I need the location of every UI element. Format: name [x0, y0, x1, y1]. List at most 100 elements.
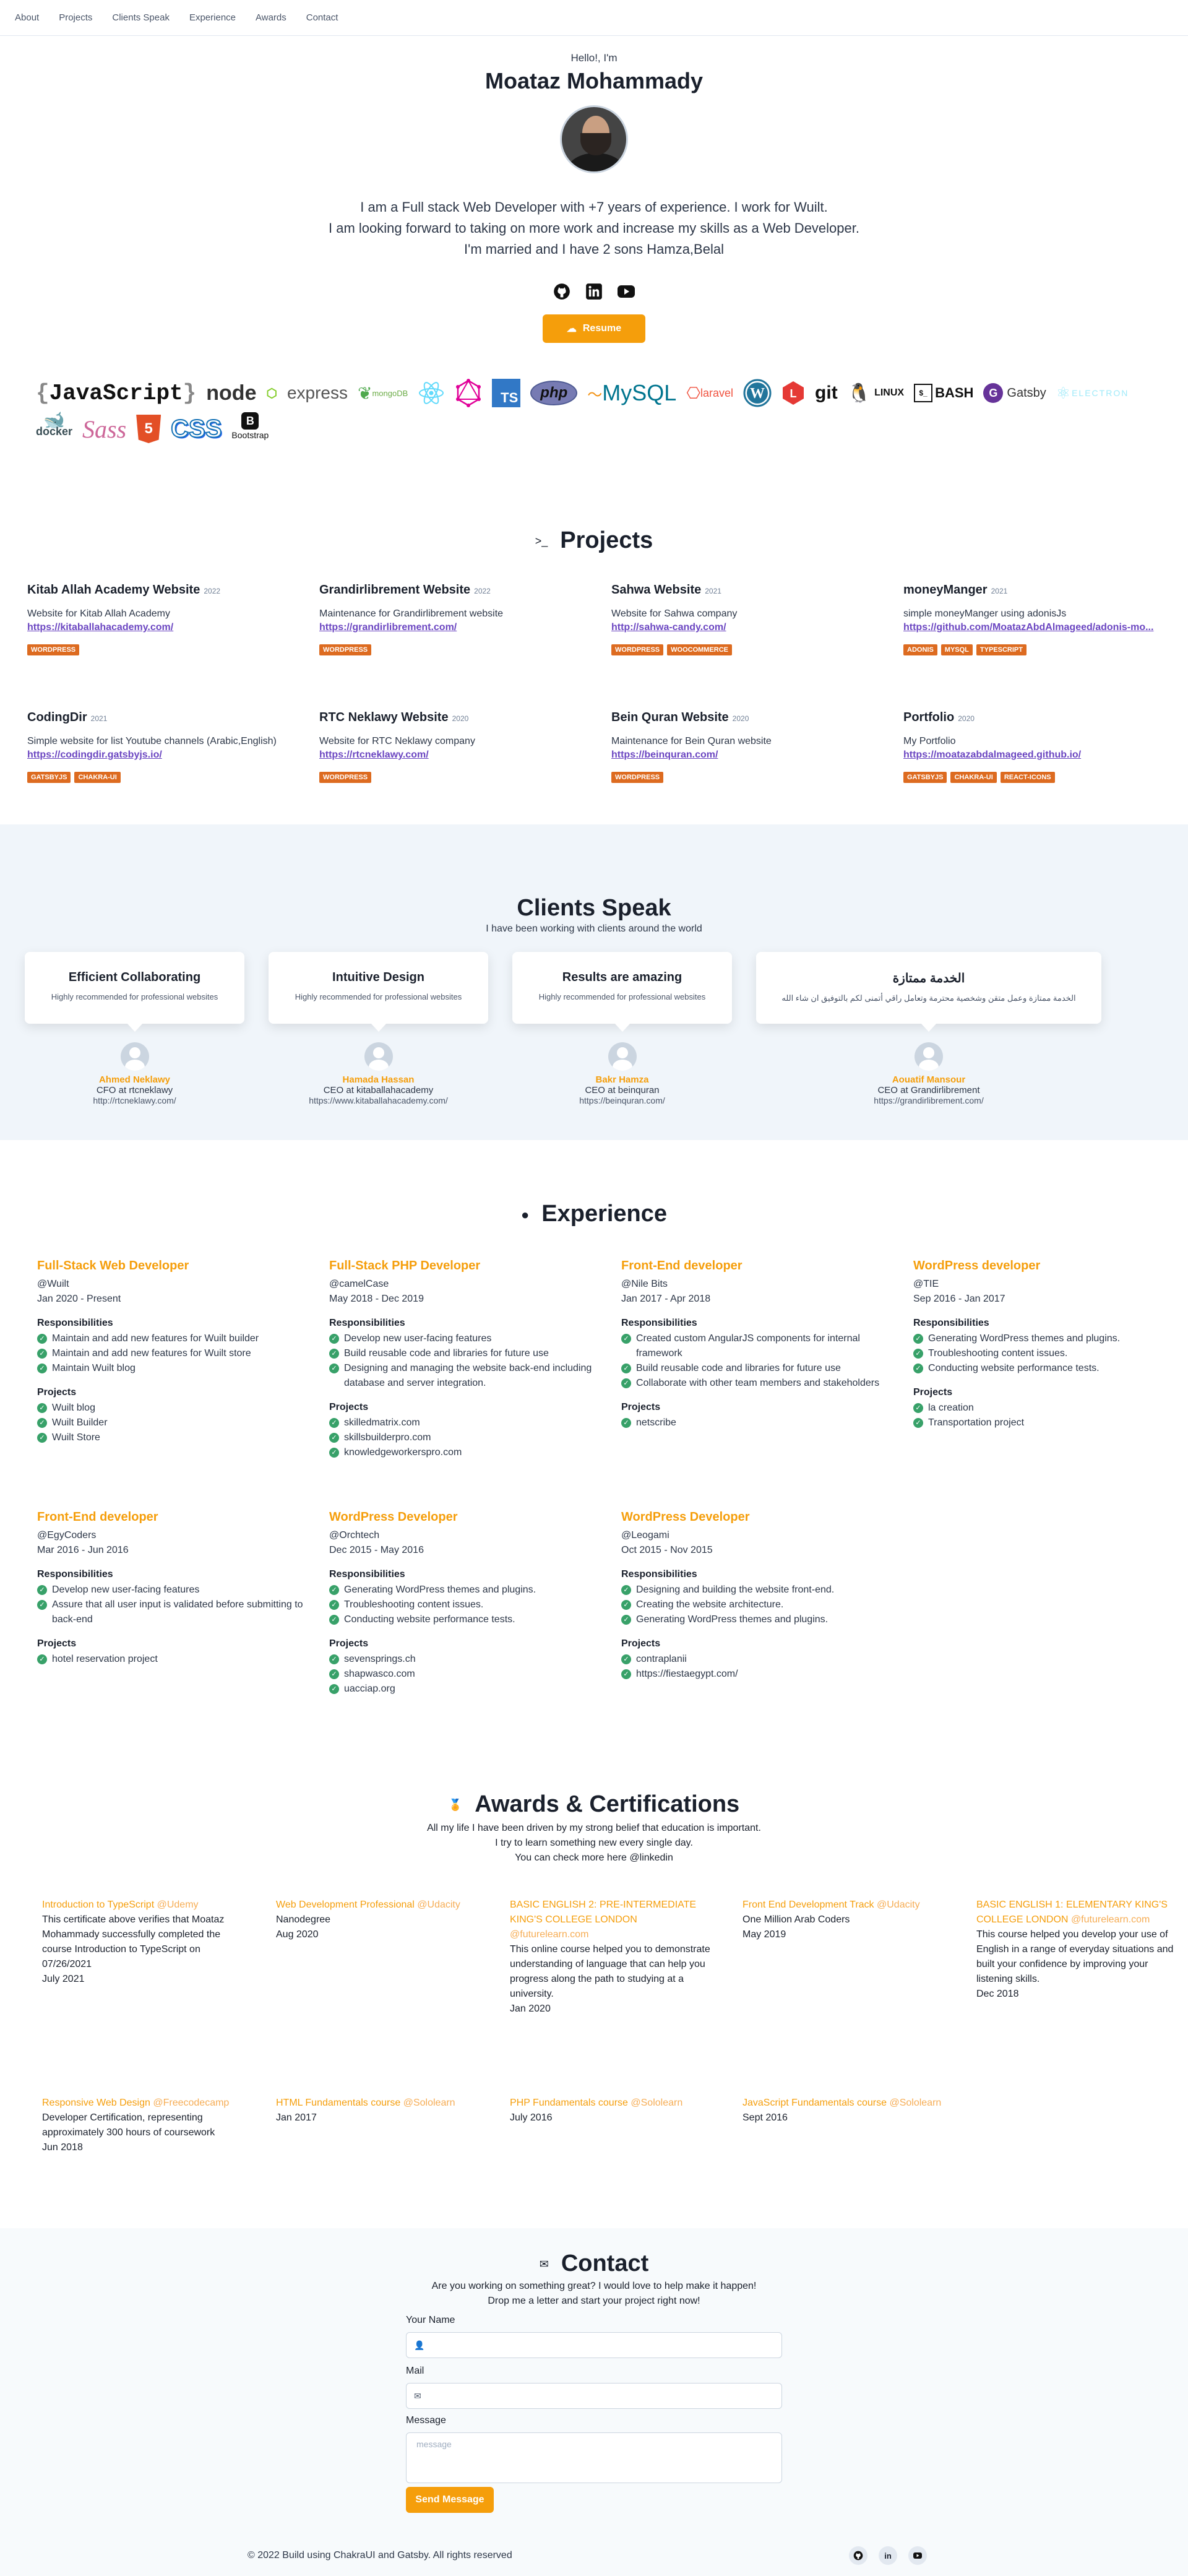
client-name: Hamada Hassan [342, 1074, 415, 1085]
client-info: Hamada Hassan CEO at kitaballahacademy htt… [269, 1042, 488, 1105]
award-title: Responsive Web Design [42, 2098, 150, 2108]
avatar-body [124, 1060, 145, 1071]
cloud-download-icon: ☁ [566, 324, 577, 334]
client-url[interactable]: https://beinquran.com/ [512, 1096, 732, 1105]
github-icon[interactable] [553, 282, 571, 301]
client-url[interactable]: http://rtcneklawy.com/ [25, 1096, 244, 1105]
tech-tag: WORDPRESS [611, 644, 664, 655]
responsibilities-list: Designing and building the website front… [621, 1583, 887, 1627]
experience-project-item: skilledmatrix.com [329, 1416, 595, 1430]
terminal-icon: $_ [914, 384, 933, 402]
client-avatar [364, 1042, 393, 1071]
card-pointer [370, 1023, 387, 1032]
responsibilities-list: Maintain and add new features for Wuilt … [37, 1331, 303, 1376]
mail-input[interactable]: ✉ [406, 2383, 782, 2409]
testimonial-text: Highly recommended for professional webs… [538, 992, 706, 1001]
resume-button[interactable]: ☁ Resume [543, 314, 645, 343]
award-card: Web Development Professional @Udacity Nan… [276, 1898, 480, 1942]
electron-logo: ⚛ ELECTRON [1056, 383, 1129, 402]
award-issuer[interactable]: @futurelearn.com [1071, 1914, 1150, 1925]
responsibility-item: Develop new user-facing features [329, 1331, 595, 1346]
responsibilities-list: Develop new user-facing featuresAssure t… [37, 1583, 303, 1627]
linkedin-icon[interactable] [585, 282, 603, 301]
award-description: One Million Arab Coders [742, 1914, 850, 1925]
projects-label: Projects [37, 1638, 77, 1649]
user-icon: 👤 [414, 2340, 425, 2350]
award-description: This certificate above verifies that Moa… [42, 1914, 225, 1969]
client-url[interactable]: https://grandirlibrement.com/ [756, 1096, 1101, 1105]
nav-about[interactable]: About [15, 12, 39, 23]
youtube-icon[interactable] [617, 282, 635, 301]
project-link[interactable]: https://kitaballahacademy.com/ [27, 622, 293, 633]
project-link[interactable]: https://grandirlibrement.com/ [319, 622, 585, 633]
award-issuer[interactable]: @Sololearn [403, 2098, 455, 2108]
docker-logo: 🐋 docker [36, 410, 73, 438]
award-description: This online course helped you to demonst… [510, 1944, 710, 1999]
avatar-head [616, 1047, 628, 1058]
experience-dates: May 2018 - Dec 2019 [329, 1294, 424, 1304]
project-link[interactable]: https://github.com/MoatazAbdAlmageed/ado… [903, 622, 1169, 633]
github-icon[interactable] [849, 2546, 867, 2565]
award-title: Front End Development Track [742, 1900, 874, 1910]
experience-company: @TIE [913, 1279, 939, 1289]
project-description: Maintenance for Grandirlibrement website [319, 608, 504, 619]
testimonial-heading: الخدمة ممتازة [892, 972, 965, 985]
email-icon: ✉ [414, 2390, 421, 2401]
experience-card: Full-Stack Web Developer @Wuilt Jan 2020 -… [37, 1259, 303, 1445]
nav-awards[interactable]: Awards [256, 12, 286, 23]
node-hexagon-icon: ⬡ [266, 386, 277, 400]
youtube-icon[interactable] [908, 2546, 927, 2565]
atom-icon: ⚛ [1056, 383, 1072, 402]
nav-contact[interactable]: Contact [306, 12, 338, 23]
card-pointer [126, 1023, 143, 1032]
award-issuer[interactable]: @futurelearn.com [510, 1929, 588, 1940]
project-link[interactable]: https://moatazabdalmageed.github.io/ [903, 750, 1169, 761]
award-issuer[interactable]: @Sololearn [631, 2098, 682, 2108]
name-input[interactable]: 👤 [406, 2332, 782, 2358]
testimonial-heading: Results are amazing [562, 970, 682, 984]
bootstrap-logo: B Bootstrap [231, 412, 269, 446]
project-title: Bein Quran Website 2020 [611, 711, 877, 725]
project-year: 2020 [958, 714, 975, 723]
award-issuer[interactable]: @Udemy [157, 1900, 199, 1910]
tech-tag: REACT-ICONS [1000, 772, 1055, 783]
award-issuer[interactable]: @Sololearn [889, 2098, 941, 2108]
responsibility-item: Creating the website architecture. [621, 1597, 887, 1612]
project-year: 2021 [705, 587, 721, 595]
project-link[interactable]: https://rtcneklawy.com/ [319, 750, 585, 761]
responsibility-item: Build reusable code and libraries for fu… [329, 1346, 595, 1361]
tech-tag: CHAKRA-UI [950, 772, 997, 783]
experience-dates: Jan 2020 - Present [37, 1294, 121, 1304]
send-message-button[interactable]: Send Message [406, 2487, 494, 2513]
project-card: moneyManger 2021 simple moneyManger using … [903, 583, 1169, 655]
nav-experience[interactable]: Experience [189, 12, 236, 23]
experience-project-item: https://fiestaegypt.com/ [621, 1667, 887, 1682]
project-tags: GATSBYJS CHAKRA-UI REACT-ICONS [903, 772, 1169, 783]
project-link[interactable]: http://sahwa-candy.com/ [611, 622, 877, 633]
nav-clients-speak[interactable]: Clients Speak [112, 12, 170, 23]
project-link[interactable]: https://beinquran.com/ [611, 750, 877, 761]
client-info: Ahmed Neklawy CFO at rtcneklawy http://rtc… [25, 1042, 244, 1105]
linkedin-link[interactable]: You can check more here @linkedin [0, 1851, 1188, 1865]
project-name: moneyManger [903, 583, 988, 597]
bio-line: I am looking forward to taking on more w… [329, 220, 859, 236]
react-logo [418, 379, 445, 407]
award-issuer[interactable]: @Freecodecamp [153, 2098, 229, 2108]
project-link[interactable]: https://codingdir.gatsbyjs.io/ [27, 750, 293, 761]
linkedin-icon[interactable]: in [879, 2546, 897, 2565]
experience-company: @camelCase [329, 1279, 389, 1289]
award-issuer[interactable]: @Udacity [877, 1900, 920, 1910]
testimonial-text: الخدمة ممتازة وعمل متقن وشخصية محترمة وت… [781, 993, 1076, 1003]
mail-label: Mail [406, 2366, 424, 2376]
experience-projects-list: sevensprings.chshapwasco.comuacciap.org [329, 1652, 595, 1696]
name-label: Your Name [406, 2315, 455, 2325]
award-issuer[interactable]: @Udacity [417, 1900, 460, 1910]
bash-logo: $_ BASH [914, 379, 973, 407]
message-textarea[interactable]: message [406, 2432, 782, 2483]
project-description: Simple website for list Youtube channels… [27, 736, 277, 746]
nav-projects[interactable]: Projects [59, 12, 92, 23]
project-tags: WORDPRESS WOOCOMMERCE [611, 644, 877, 655]
project-card: Sahwa Website 2021 Website for Sahwa compa… [611, 583, 877, 655]
css-logo: CSS [170, 415, 222, 443]
client-url[interactable]: https://www.kitaballahacademy.com/ [269, 1096, 488, 1105]
